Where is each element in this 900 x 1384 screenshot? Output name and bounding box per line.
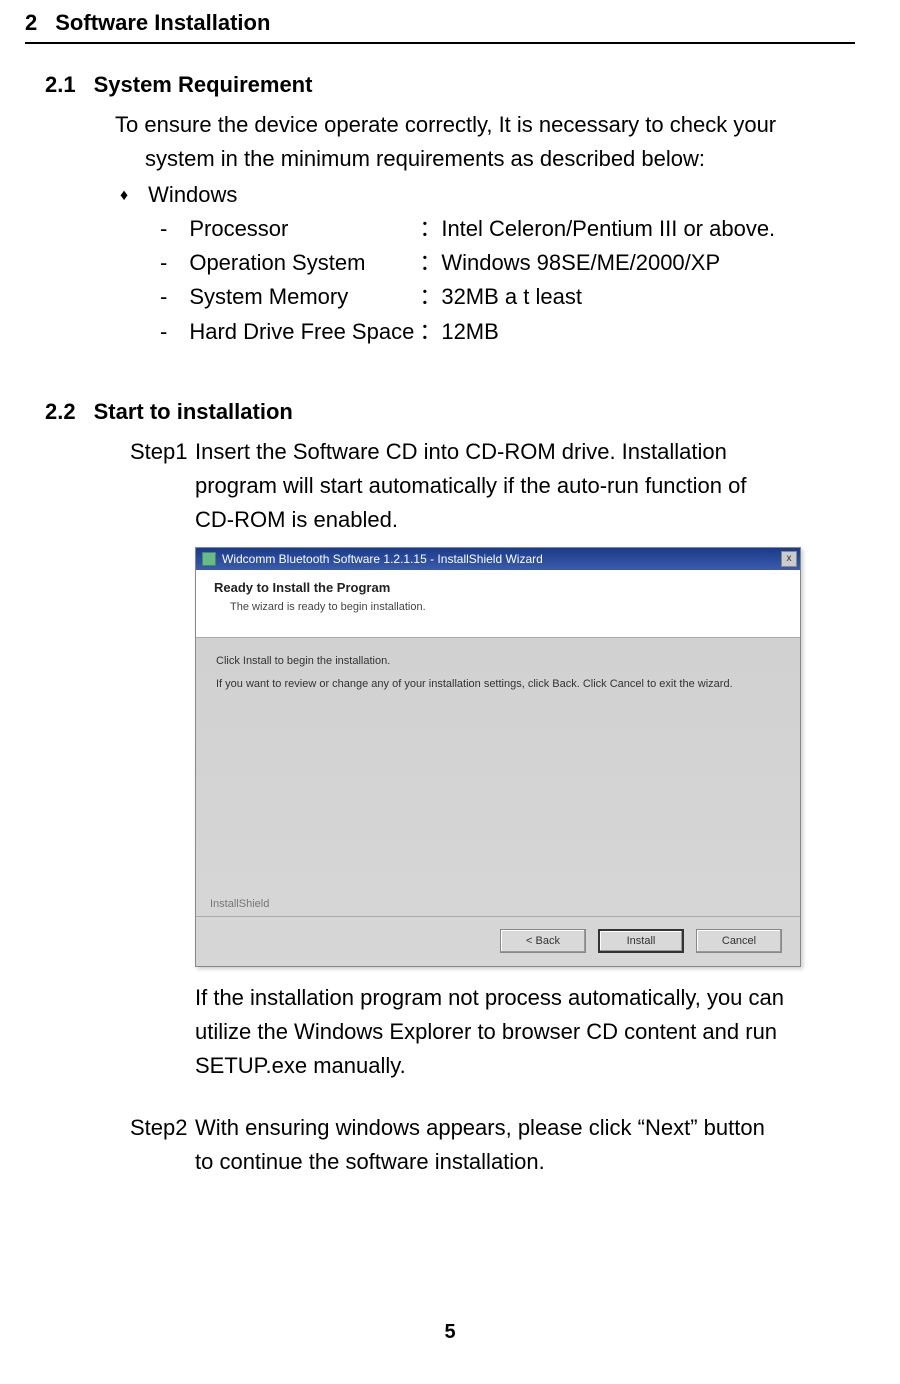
- req-row-memory: - System Memory ：32MB a t least: [160, 280, 855, 314]
- section-number: 2: [25, 10, 37, 36]
- close-icon[interactable]: x: [781, 551, 797, 567]
- wizard-header-subtitle: The wizard is ready to begin installatio…: [230, 601, 782, 613]
- req-value: ：32MB a t least: [419, 280, 582, 314]
- after-line3: SETUP.exe manually.: [195, 1049, 855, 1083]
- subsection-title: System Requirement: [94, 72, 313, 98]
- req-value: ：Windows 98SE/ME/2000/XP: [419, 246, 720, 280]
- step2-line1: With ensuring windows appears, please cl…: [195, 1111, 855, 1145]
- req-label: System Memory: [189, 280, 419, 314]
- req-row-os: - Operation System ：Windows 98SE/ME/2000…: [160, 246, 855, 280]
- req-label: Hard Drive Free Space: [189, 315, 419, 349]
- subsection-number: 2.2: [45, 399, 76, 425]
- wizard-title-text: Widcomm Bluetooth Software 1.2.1.15 - In…: [222, 552, 543, 566]
- step1-line2: program will start automatically if the …: [195, 469, 855, 503]
- step1-row: Step1 Insert the Software CD into CD-ROM…: [130, 435, 855, 469]
- wizard-status-label: InstallShield: [210, 898, 269, 910]
- after-line2: utilize the Windows Explorer to browser …: [195, 1015, 855, 1049]
- wizard-titlebar: Widcomm Bluetooth Software 1.2.1.15 - In…: [196, 548, 800, 570]
- req-label: Operation System: [189, 246, 419, 280]
- bullet-windows: ♦ Windows: [120, 178, 855, 212]
- dash-icon: -: [160, 280, 167, 314]
- cancel-button[interactable]: Cancel: [696, 929, 782, 953]
- back-button[interactable]: < Back: [500, 929, 586, 953]
- step1-line3: CD-ROM is enabled.: [195, 503, 855, 537]
- step-label: Step1: [130, 435, 195, 469]
- diamond-icon: ♦: [120, 184, 128, 209]
- dash-icon: -: [160, 315, 167, 349]
- subsection-heading-22: 2.2 Start to installation: [45, 399, 855, 425]
- intro-text-line2: system in the minimum requirements as de…: [145, 142, 855, 176]
- wizard-header-title: Ready to Install the Program: [214, 580, 782, 595]
- step-label: Step2: [130, 1111, 195, 1145]
- req-label: Processor: [189, 212, 419, 246]
- subsection-number: 2.1: [45, 72, 76, 98]
- req-row-processor: - Processor ：Intel Celeron/Pentium III o…: [160, 212, 855, 246]
- subsection-heading-21: 2.1 System Requirement: [45, 72, 855, 98]
- section-title: Software Installation: [55, 10, 270, 36]
- dash-icon: -: [160, 246, 167, 280]
- wizard-body-line2: If you want to review or change any of y…: [216, 677, 780, 692]
- step2-line2: to continue the software installation.: [195, 1145, 855, 1179]
- wizard-app-icon: [202, 552, 216, 566]
- after-line1: If the installation program not process …: [195, 981, 855, 1015]
- step1-line1: Insert the Software CD into CD-ROM drive…: [195, 435, 855, 469]
- section-divider: [25, 42, 855, 44]
- section-heading-1: 2 Software Installation: [25, 10, 855, 36]
- req-value: ：Intel Celeron/Pentium III or above.: [419, 212, 775, 246]
- bullet-label: Windows: [148, 178, 237, 212]
- dash-icon: -: [160, 212, 167, 246]
- wizard-screenshot: Widcomm Bluetooth Software 1.2.1.15 - In…: [195, 547, 801, 967]
- wizard-body: Click Install to begin the installation.…: [196, 638, 800, 716]
- req-row-hdd: - Hard Drive Free Space ：12MB: [160, 315, 855, 349]
- wizard-footer: < Back Install Cancel: [196, 916, 800, 966]
- wizard-header: Ready to Install the Program The wizard …: [196, 570, 800, 638]
- req-value: ：12MB: [419, 315, 498, 349]
- subsection-title: Start to installation: [94, 399, 293, 425]
- install-button[interactable]: Install: [598, 929, 684, 953]
- wizard-body-line1: Click Install to begin the installation.: [216, 654, 780, 669]
- step2-row: Step2 With ensuring windows appears, ple…: [130, 1111, 855, 1145]
- page-number: 5: [0, 1321, 900, 1344]
- intro-text-line1: To ensure the device operate correctly, …: [115, 108, 855, 142]
